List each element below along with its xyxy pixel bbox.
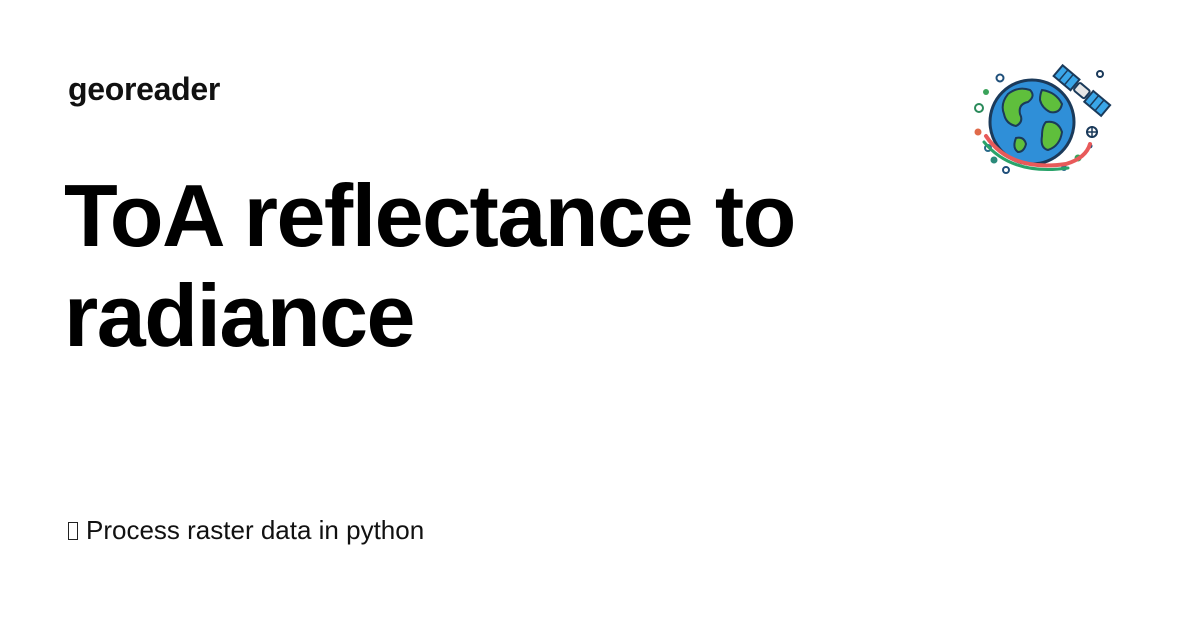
tagline-text: Process raster data in python [86, 515, 425, 545]
tagline: Process raster data in python [68, 514, 424, 546]
missing-glyph-icon [68, 522, 78, 540]
social-card: georeader ToA reflectance to radiance Pr… [0, 0, 1200, 630]
page-title: ToA reflectance to radiance [64, 166, 796, 365]
site-name[interactable]: georeader [68, 70, 220, 108]
globe-satellite-logo-icon [974, 63, 1112, 174]
